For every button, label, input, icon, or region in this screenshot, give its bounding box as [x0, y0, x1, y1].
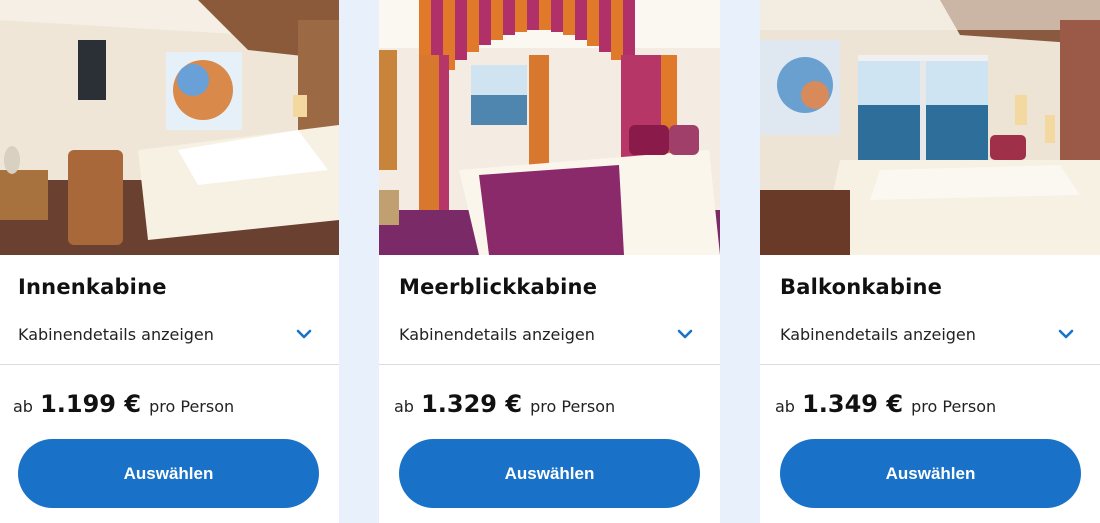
cabin-title: Meerblickkabine	[399, 275, 598, 299]
price-prefix: ab	[394, 397, 414, 416]
price-suffix: pro Person	[149, 397, 235, 416]
price-amount: 1.199 €	[40, 390, 142, 418]
divider	[760, 364, 1100, 365]
cabin-details-toggle-label[interactable]: Kabinendetails anzeigen	[399, 325, 595, 344]
chevron-down-icon[interactable]	[294, 326, 314, 342]
select-cabin-button[interactable]: Auswählen	[399, 439, 700, 508]
price-suffix: pro Person	[911, 397, 997, 416]
cabin-title: Innenkabine	[18, 275, 167, 299]
price-prefix: ab	[13, 397, 33, 416]
divider	[379, 364, 720, 365]
cabin-card-balkonkabine: Balkonkabine Kabinendetails anzeigen ab …	[760, 0, 1100, 523]
price-amount: 1.329 €	[421, 390, 523, 418]
price-amount: 1.349 €	[802, 390, 904, 418]
cabin-card-innenkabine: Innenkabine Kabinendetails anzeigen ab 1…	[0, 0, 339, 523]
cabin-details-toggle-label[interactable]: Kabinendetails anzeigen	[18, 325, 214, 344]
select-cabin-button[interactable]: Auswählen	[18, 439, 319, 508]
interior-cabin-photo[interactable]	[0, 0, 339, 255]
price-line: ab 1.349 € pro Person	[775, 390, 996, 418]
cabin-card-meerblickkabine: Meerblickkabine Kabinendetails anzeigen …	[379, 0, 720, 523]
price-suffix: pro Person	[530, 397, 616, 416]
price-prefix: ab	[775, 397, 795, 416]
balcony-cabin-photo[interactable]	[760, 0, 1100, 255]
price-line: ab 1.329 € pro Person	[394, 390, 615, 418]
divider	[0, 364, 339, 365]
sea-view-cabin-photo[interactable]	[379, 0, 720, 255]
cabin-details-toggle-label[interactable]: Kabinendetails anzeigen	[780, 325, 976, 344]
cabin-title: Balkonkabine	[780, 275, 943, 299]
select-cabin-button[interactable]: Auswählen	[780, 439, 1081, 508]
chevron-down-icon[interactable]	[1056, 326, 1076, 342]
price-line: ab 1.199 € pro Person	[13, 390, 234, 418]
chevron-down-icon[interactable]	[675, 326, 695, 342]
